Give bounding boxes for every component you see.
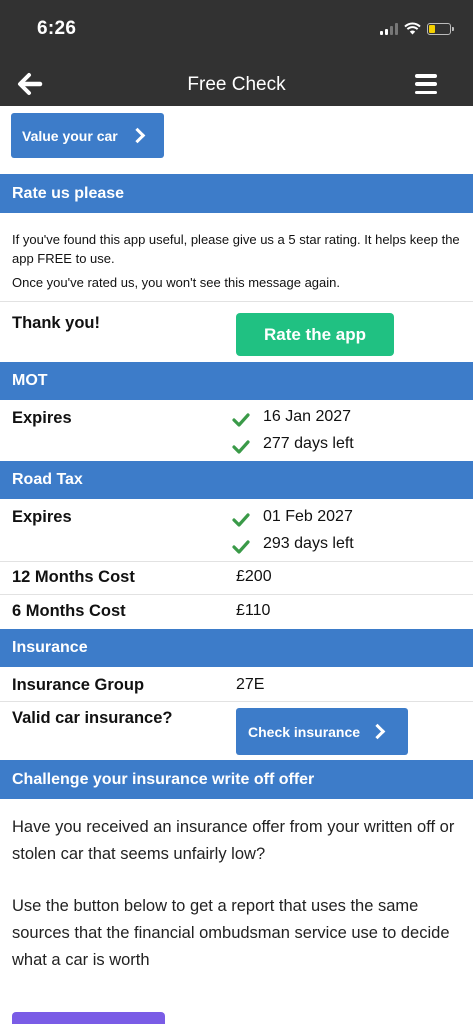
nav-bar: Free Check (0, 62, 473, 106)
value-your-car-button[interactable]: Value your car (11, 113, 164, 158)
chevron-right-icon (129, 127, 145, 144)
tax-expiry-date: 01 Feb 2027 (263, 508, 353, 525)
divider (0, 301, 473, 302)
challenge-paragraph-1: Have you received an insurance offer fro… (12, 818, 455, 863)
insurance-group-value: 27E (236, 676, 265, 693)
rate-message: If you've found this app useful, please … (12, 232, 460, 266)
status-icons (380, 22, 454, 35)
check-icon (232, 513, 250, 527)
tax-expires-label: Expires (12, 508, 72, 526)
cost-12-months-label: 12 Months Cost (12, 568, 135, 586)
rate-note: Once you've rated us, you won't see this… (12, 275, 340, 290)
divider (0, 594, 473, 595)
check-icon (232, 540, 250, 554)
status-bar: 6:26 (0, 0, 473, 62)
cost-6-months-label: 6 Months Cost (12, 602, 126, 620)
check-insurance-label: Check insurance (248, 723, 361, 740)
check-icon (232, 413, 250, 427)
get-report-button[interactable] (12, 1012, 165, 1024)
insurance-group-label: Insurance Group (12, 676, 145, 694)
mot-expires-label: Expires (12, 409, 72, 427)
section-rate-us: Rate us please (0, 174, 473, 213)
status-time: 6:26 (37, 18, 77, 39)
check-icon (232, 440, 250, 454)
cost-12-months-value: £200 (236, 568, 272, 585)
challenge-paragraph-2: Use the button below to get a report tha… (12, 897, 450, 969)
signal-icon (380, 22, 398, 35)
section-insurance: Insurance (0, 629, 473, 667)
tax-days-left: 293 days left (263, 535, 354, 552)
page-title: Free Check (187, 74, 286, 95)
mot-expiry-date: 16 Jan 2027 (263, 408, 352, 425)
mot-days-left: 277 days left (263, 435, 354, 452)
menu-icon[interactable] (415, 74, 437, 94)
wifi-icon (404, 22, 421, 35)
check-insurance-button[interactable]: Check insurance (236, 708, 408, 755)
rate-app-button[interactable]: Rate the app (236, 313, 394, 356)
divider (0, 701, 473, 702)
valid-insurance-label: Valid car insurance? (12, 709, 173, 727)
thank-you-label: Thank you! (12, 314, 101, 332)
section-mot: MOT (0, 362, 473, 400)
cost-6-months-value: £110 (236, 602, 271, 619)
divider (0, 561, 473, 562)
value-your-car-label: Value your car (22, 127, 118, 144)
section-challenge: Challenge your insurance write off offer (0, 760, 473, 799)
chevron-right-icon (369, 723, 386, 740)
section-road-tax: Road Tax (0, 461, 473, 499)
battery-icon (427, 22, 454, 35)
